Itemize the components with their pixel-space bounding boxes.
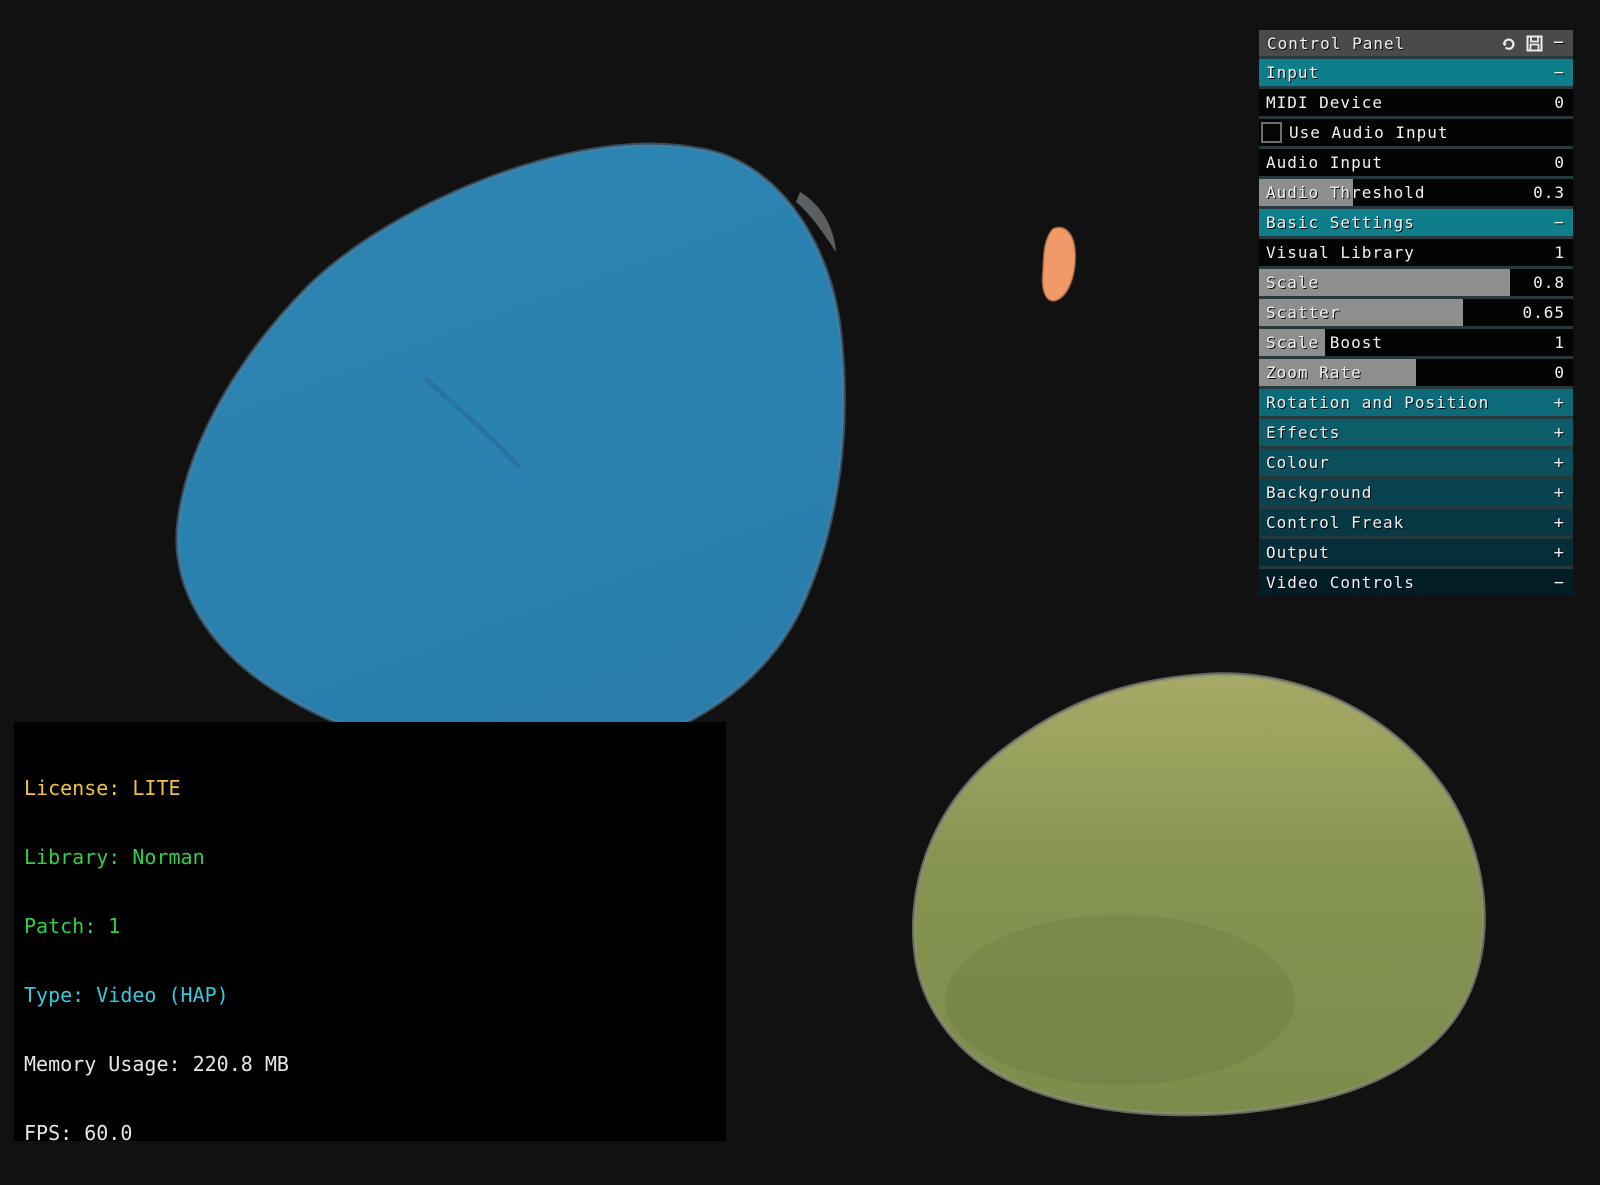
section-label: Background — [1266, 483, 1554, 502]
info-overlay: License: LITE Library: Norman Patch: 1 T… — [14, 722, 726, 1141]
row-visual-library[interactable]: Visual Library 1 — [1259, 239, 1573, 266]
section-colour[interactable]: Colour + — [1259, 449, 1573, 476]
orange-blob — [1043, 228, 1075, 301]
save-icon[interactable] — [1526, 35, 1543, 52]
row-label: MIDI Device — [1266, 93, 1554, 112]
row-value: 0.3 — [1533, 183, 1565, 202]
slider-audio-threshold[interactable]: Audio Threshold 0.3 — [1259, 179, 1573, 206]
control-panel: Control Panel − Input − MIDI Device — [1259, 30, 1573, 596]
row-label: Zoom Rate — [1266, 363, 1554, 382]
section-state: + — [1554, 423, 1565, 443]
section-state: − — [1554, 63, 1565, 83]
type-line: Type: Video (HAP) — [24, 984, 726, 1007]
section-state: + — [1554, 543, 1565, 563]
control-panel-title: Control Panel — [1267, 34, 1491, 53]
row-label: Visual Library — [1266, 243, 1554, 262]
row-use-audio-input[interactable]: Use Audio Input — [1259, 119, 1573, 146]
row-value: 1 — [1554, 333, 1565, 352]
section-rotation-and-position[interactable]: Rotation and Position + — [1259, 389, 1573, 416]
row-value: 0 — [1554, 363, 1565, 382]
section-output[interactable]: Output + — [1259, 539, 1573, 566]
section-label: Control Freak — [1266, 513, 1554, 532]
section-label: Video Controls — [1266, 573, 1554, 592]
section-control-freak[interactable]: Control Freak + — [1259, 509, 1573, 536]
memory-usage-line: Memory Usage: 220.8 MB — [24, 1053, 726, 1076]
row-audio-input[interactable]: Audio Input 0 — [1259, 149, 1573, 176]
section-effects[interactable]: Effects + — [1259, 419, 1573, 446]
use-audio-input-checkbox[interactable] — [1261, 122, 1282, 143]
section-state: − — [1554, 573, 1565, 593]
row-value: 0.65 — [1522, 303, 1565, 322]
row-label: Scale — [1266, 273, 1533, 292]
section-label: Basic Settings — [1266, 213, 1554, 232]
app-canvas: License: LITE Library: Norman Patch: 1 T… — [0, 0, 1600, 1185]
section-state: − — [1554, 213, 1565, 233]
license-line: License: LITE — [24, 777, 726, 800]
section-basic-settings[interactable]: Basic Settings − — [1259, 209, 1573, 236]
slider-scatter[interactable]: Scatter 0.65 — [1259, 299, 1573, 326]
library-line: Library: Norman — [24, 846, 726, 869]
row-value: 0 — [1554, 153, 1565, 172]
row-value: 0 — [1554, 93, 1565, 112]
section-label: Colour — [1266, 453, 1554, 472]
slider-scale-boost[interactable]: Scale Boost 1 — [1259, 329, 1573, 356]
row-label: Use Audio Input — [1289, 123, 1449, 142]
fps-line: FPS: 60.0 — [24, 1122, 726, 1145]
panel-collapse-button[interactable]: − — [1553, 34, 1565, 52]
row-midi-device[interactable]: MIDI Device 0 — [1259, 89, 1573, 116]
row-label: Audio Input — [1266, 153, 1554, 172]
section-state: + — [1554, 513, 1565, 533]
section-background[interactable]: Background + — [1259, 479, 1573, 506]
section-state: + — [1554, 483, 1565, 503]
section-video-controls[interactable]: Video Controls − — [1259, 569, 1573, 596]
patch-line: Patch: 1 — [24, 915, 726, 938]
section-label: Effects — [1266, 423, 1554, 442]
section-state: + — [1554, 393, 1565, 413]
row-value: 1 — [1554, 243, 1565, 262]
section-label: Output — [1266, 543, 1554, 562]
row-label: Scale Boost — [1266, 333, 1554, 352]
section-label: Rotation and Position — [1266, 393, 1554, 412]
section-label: Input — [1266, 63, 1554, 82]
section-state: + — [1554, 453, 1565, 473]
section-input[interactable]: Input − — [1259, 59, 1573, 86]
refresh-icon[interactable] — [1500, 35, 1517, 52]
slider-scale[interactable]: Scale 0.8 — [1259, 269, 1573, 296]
olive-blob-shadow — [945, 915, 1295, 1085]
row-label: Audio Threshold — [1266, 183, 1533, 202]
control-panel-titlebar: Control Panel − — [1259, 30, 1573, 56]
slider-zoom-rate[interactable]: Zoom Rate 0 — [1259, 359, 1573, 386]
blue-blob — [177, 145, 844, 760]
row-value: 0.8 — [1533, 273, 1565, 292]
row-label: Scatter — [1266, 303, 1522, 322]
